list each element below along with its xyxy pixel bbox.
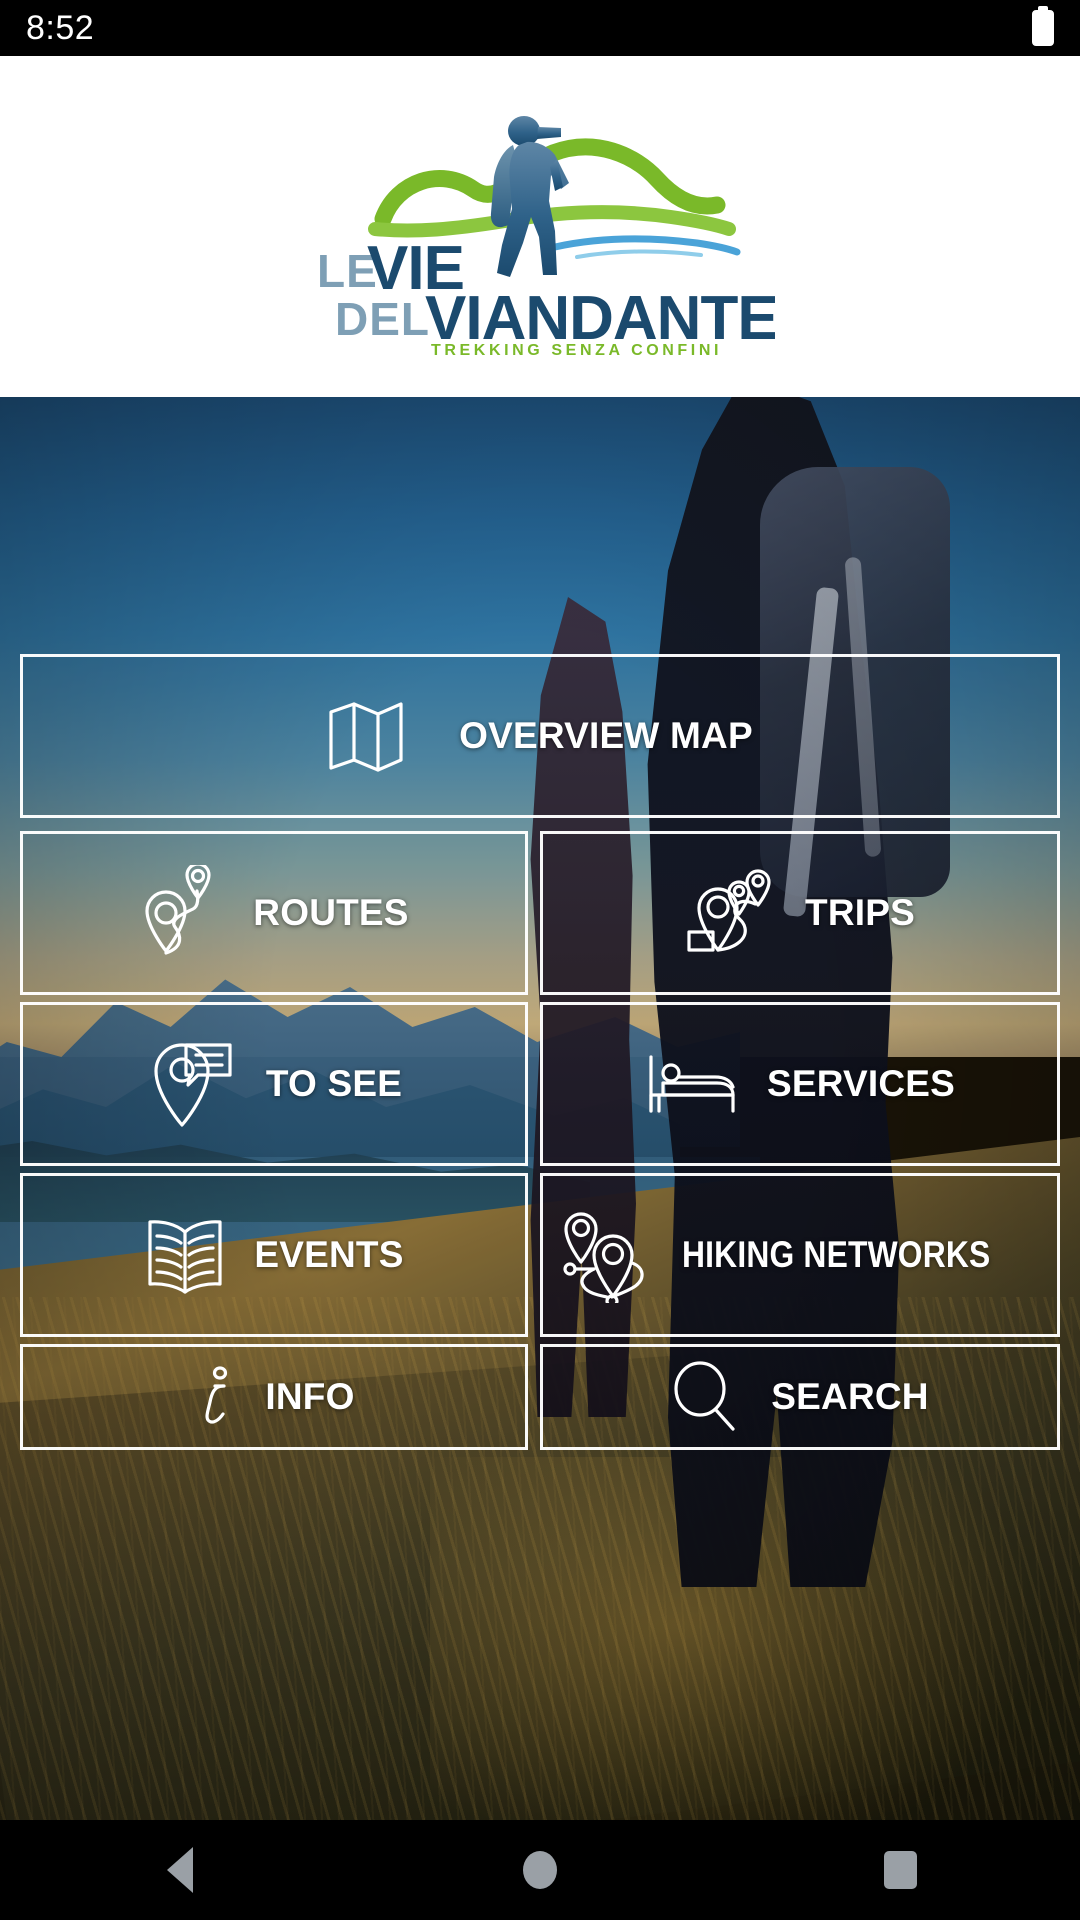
nav-home-button[interactable] [450, 1820, 630, 1920]
menu-tile-label: TO SEE [265, 1063, 403, 1104]
menu-tile-label: SEARCH [771, 1376, 929, 1417]
menu-tile-label: OVERVIEW MAP [459, 715, 753, 756]
pin-speech-bubble-icon [146, 1037, 238, 1131]
menu-tile-label: ROUTES [253, 892, 409, 933]
menu-tile-overview-map[interactable]: OVERVIEW MAP [20, 654, 1060, 818]
back-triangle-icon [167, 1847, 193, 1893]
status-time: 8:52 [26, 8, 95, 47]
main-menu: OVERVIEW MAP ROUTES TRIPS TO SEE SERVICE… [0, 397, 1080, 1820]
water-stroke-2 [575, 248, 703, 259]
bed-icon [645, 1053, 739, 1115]
home-circle-icon [523, 1851, 557, 1889]
menu-tile-search[interactable]: SEARCH [540, 1344, 1060, 1450]
app-screen: 8:52 LE VIE DEL VIANDANTE TREKKING SENZA… [0, 0, 1080, 1920]
menu-tile-label: HIKING NETWORKS [681, 1234, 991, 1275]
menu-tile-trips[interactable]: TRIPS [540, 831, 1060, 995]
folded-map-icon [327, 696, 405, 776]
app-logo-header: LE VIE DEL VIANDANTE TREKKING SENZA CONF… [0, 56, 1080, 397]
menu-tile-to-see[interactable]: TO SEE [20, 1002, 528, 1166]
menu-tile-events[interactable]: EVENTS [20, 1173, 528, 1337]
recents-square-icon [883, 1851, 917, 1889]
magnifier-icon [671, 1361, 737, 1433]
trip-pins-icon [685, 864, 777, 962]
nav-back-button[interactable] [90, 1820, 270, 1920]
logo-del: DEL [335, 293, 430, 345]
logo: LE VIE DEL VIANDANTE TREKKING SENZA CONF… [305, 97, 775, 357]
logo-artwork: LE VIE DEL VIANDANTE TREKKING SENZA CONF… [317, 115, 775, 357]
route-pins-icon [139, 865, 225, 961]
menu-tile-routes[interactable]: ROUTES [20, 831, 528, 995]
info-italic-i-icon [193, 1364, 239, 1430]
status-bar: 8:52 [0, 0, 1080, 56]
status-icons [1032, 10, 1054, 46]
logo-tagline: TREKKING SENZA CONFINI [431, 342, 722, 357]
android-navigation-bar [0, 1820, 1080, 1920]
open-book-icon [144, 1216, 226, 1294]
menu-tile-label: EVENTS [254, 1234, 404, 1275]
nav-recents-button[interactable] [810, 1820, 990, 1920]
hiker-silhouette-icon [490, 115, 569, 277]
battery-full-icon [1032, 10, 1054, 46]
menu-tile-services[interactable]: SERVICES [540, 1002, 1060, 1166]
menu-tile-info[interactable]: INFO [20, 1344, 528, 1450]
network-pins-icon [560, 1207, 652, 1303]
menu-tile-label: INFO [265, 1376, 355, 1417]
menu-tile-label: TRIPS [805, 892, 915, 933]
menu-tile-label: SERVICES [766, 1063, 956, 1104]
menu-tile-hiking-networks[interactable]: HIKING NETWORKS [540, 1173, 1060, 1337]
